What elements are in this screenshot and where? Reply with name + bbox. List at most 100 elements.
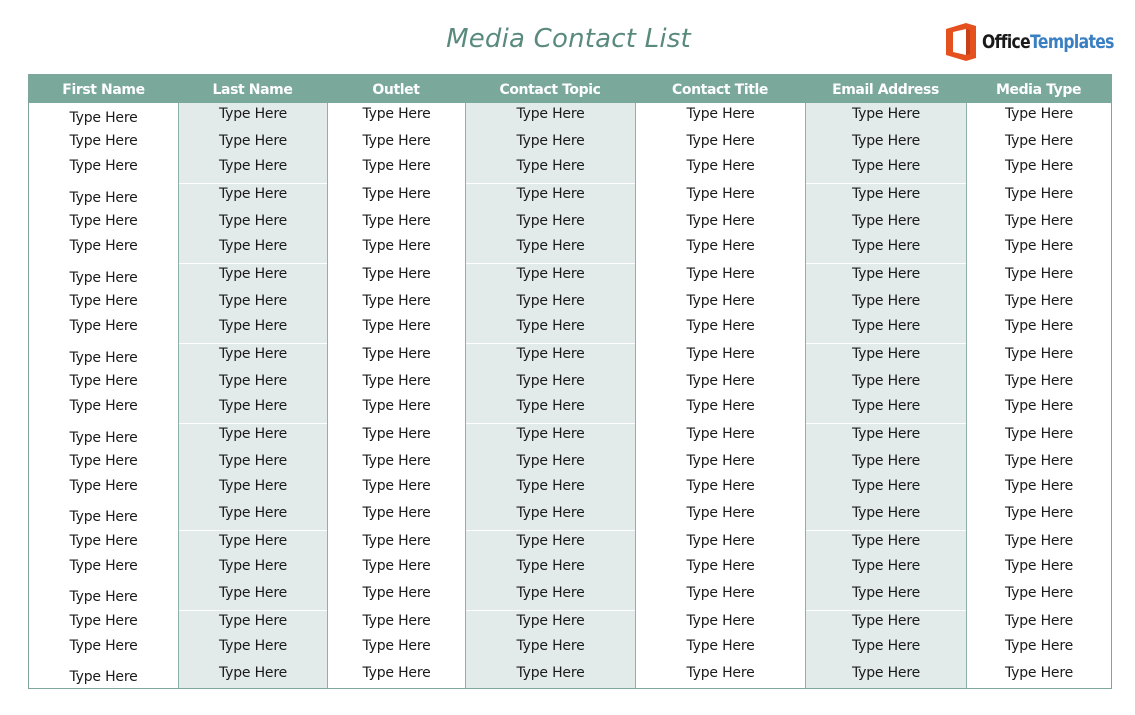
table-cell-last-name[interactable]: Type Here [179, 104, 327, 124]
table-cell-contact-title[interactable]: Type Here [636, 424, 805, 444]
table-cell-last-name[interactable]: Type Here [179, 156, 327, 176]
table-cell-last-name[interactable]: Type Here [179, 556, 327, 576]
table-cell-contact-title[interactable]: Type Here [636, 663, 805, 683]
table-cell-contact-topic[interactable]: Type Here [466, 663, 635, 683]
table-cell-first-name[interactable]: Type Here [29, 476, 178, 496]
table-cell-email-address[interactable]: Type Here [806, 476, 966, 496]
table-cell-media-type[interactable]: Type Here [967, 131, 1111, 151]
table-cell-contact-topic[interactable]: Type Here [466, 131, 635, 151]
table-cell-email-address[interactable]: Type Here [806, 636, 966, 656]
table-cell-contact-topic[interactable]: Type Here [466, 583, 635, 603]
table-cell-contact-title[interactable]: Type Here [636, 156, 805, 176]
table-cell-contact-title[interactable]: Type Here [636, 636, 805, 656]
table-cell-contact-topic[interactable]: Type Here [466, 264, 635, 284]
table-cell-media-type[interactable]: Type Here [967, 184, 1111, 204]
table-cell-media-type[interactable]: Type Here [967, 371, 1111, 391]
table-cell-email-address[interactable]: Type Here [806, 583, 966, 603]
table-cell-last-name[interactable]: Type Here [179, 583, 327, 603]
table-cell-media-type[interactable]: Type Here [967, 583, 1111, 603]
table-cell-email-address[interactable]: Type Here [806, 291, 966, 311]
table-cell-contact-title[interactable]: Type Here [636, 264, 805, 284]
table-cell-contact-topic[interactable]: Type Here [466, 636, 635, 656]
table-cell-outlet[interactable]: Type Here [328, 344, 465, 364]
table-cell-media-type[interactable]: Type Here [967, 264, 1111, 284]
table-cell-outlet[interactable]: Type Here [328, 451, 465, 471]
table-cell-last-name[interactable]: Type Here [179, 396, 327, 416]
table-cell-last-name[interactable]: Type Here [179, 344, 327, 364]
table-cell-email-address[interactable]: Type Here [806, 156, 966, 176]
table-cell-last-name[interactable]: Type Here [179, 663, 327, 683]
table-cell-contact-title[interactable]: Type Here [636, 556, 805, 576]
table-cell-contact-topic[interactable]: Type Here [466, 291, 635, 311]
table-cell-first-name[interactable]: Type Here [29, 396, 178, 416]
table-cell-email-address[interactable]: Type Here [806, 104, 966, 124]
table-cell-contact-topic[interactable]: Type Here [466, 156, 635, 176]
table-cell-contact-title[interactable]: Type Here [636, 131, 805, 151]
table-cell-media-type[interactable]: Type Here [967, 611, 1111, 631]
table-cell-outlet[interactable]: Type Here [328, 503, 465, 523]
table-cell-email-address[interactable]: Type Here [806, 611, 966, 631]
table-cell-email-address[interactable]: Type Here [806, 503, 966, 523]
table-cell-last-name[interactable]: Type Here [179, 424, 327, 444]
table-cell-first-name[interactable]: Type Here [29, 636, 178, 656]
table-cell-last-name[interactable]: Type Here [179, 131, 327, 151]
table-cell-email-address[interactable]: Type Here [806, 236, 966, 256]
table-cell-contact-title[interactable]: Type Here [636, 236, 805, 256]
table-cell-contact-title[interactable]: Type Here [636, 104, 805, 124]
table-cell-first-name[interactable]: Type Here [29, 348, 178, 368]
table-cell-media-type[interactable]: Type Here [967, 104, 1111, 124]
table-cell-last-name[interactable]: Type Here [179, 611, 327, 631]
table-cell-outlet[interactable]: Type Here [328, 316, 465, 336]
table-cell-last-name[interactable]: Type Here [179, 476, 327, 496]
table-cell-contact-topic[interactable]: Type Here [466, 424, 635, 444]
table-cell-first-name[interactable]: Type Here [29, 316, 178, 336]
table-cell-first-name[interactable]: Type Here [29, 268, 178, 288]
table-cell-email-address[interactable]: Type Here [806, 451, 966, 471]
table-cell-media-type[interactable]: Type Here [967, 556, 1111, 576]
table-cell-contact-title[interactable]: Type Here [636, 396, 805, 416]
table-cell-media-type[interactable]: Type Here [967, 531, 1111, 551]
table-cell-last-name[interactable]: Type Here [179, 236, 327, 256]
table-cell-contact-topic[interactable]: Type Here [466, 556, 635, 576]
table-cell-first-name[interactable]: Type Here [29, 188, 178, 208]
table-cell-email-address[interactable]: Type Here [806, 316, 966, 336]
table-cell-outlet[interactable]: Type Here [328, 264, 465, 284]
table-cell-last-name[interactable]: Type Here [179, 264, 327, 284]
table-cell-contact-title[interactable]: Type Here [636, 371, 805, 391]
table-cell-contact-topic[interactable]: Type Here [466, 184, 635, 204]
table-cell-first-name[interactable]: Type Here [29, 211, 178, 231]
table-cell-email-address[interactable]: Type Here [806, 663, 966, 683]
table-cell-contact-title[interactable]: Type Here [636, 583, 805, 603]
table-cell-contact-title[interactable]: Type Here [636, 476, 805, 496]
table-cell-media-type[interactable]: Type Here [967, 316, 1111, 336]
table-cell-first-name[interactable]: Type Here [29, 131, 178, 151]
table-cell-outlet[interactable]: Type Here [328, 236, 465, 256]
table-cell-contact-topic[interactable]: Type Here [466, 344, 635, 364]
table-cell-contact-topic[interactable]: Type Here [466, 503, 635, 523]
table-cell-contact-title[interactable]: Type Here [636, 531, 805, 551]
table-cell-outlet[interactable]: Type Here [328, 184, 465, 204]
table-cell-contact-title[interactable]: Type Here [636, 291, 805, 311]
table-cell-last-name[interactable]: Type Here [179, 211, 327, 231]
table-cell-outlet[interactable]: Type Here [328, 556, 465, 576]
table-cell-email-address[interactable]: Type Here [806, 396, 966, 416]
table-cell-first-name[interactable]: Type Here [29, 236, 178, 256]
table-cell-first-name[interactable]: Type Here [29, 451, 178, 471]
table-cell-outlet[interactable]: Type Here [328, 131, 465, 151]
table-cell-contact-topic[interactable]: Type Here [466, 371, 635, 391]
table-cell-outlet[interactable]: Type Here [328, 371, 465, 391]
table-cell-first-name[interactable]: Type Here [29, 428, 178, 448]
table-cell-outlet[interactable]: Type Here [328, 611, 465, 631]
table-cell-media-type[interactable]: Type Here [967, 396, 1111, 416]
table-cell-media-type[interactable]: Type Here [967, 451, 1111, 471]
table-cell-first-name[interactable]: Type Here [29, 108, 178, 128]
table-cell-email-address[interactable]: Type Here [806, 344, 966, 364]
table-cell-email-address[interactable]: Type Here [806, 131, 966, 151]
table-cell-contact-topic[interactable]: Type Here [466, 451, 635, 471]
table-cell-email-address[interactable]: Type Here [806, 371, 966, 391]
table-cell-outlet[interactable]: Type Here [328, 211, 465, 231]
table-cell-first-name[interactable]: Type Here [29, 556, 178, 576]
table-cell-contact-topic[interactable]: Type Here [466, 316, 635, 336]
table-cell-contact-topic[interactable]: Type Here [466, 611, 635, 631]
table-cell-media-type[interactable]: Type Here [967, 211, 1111, 231]
